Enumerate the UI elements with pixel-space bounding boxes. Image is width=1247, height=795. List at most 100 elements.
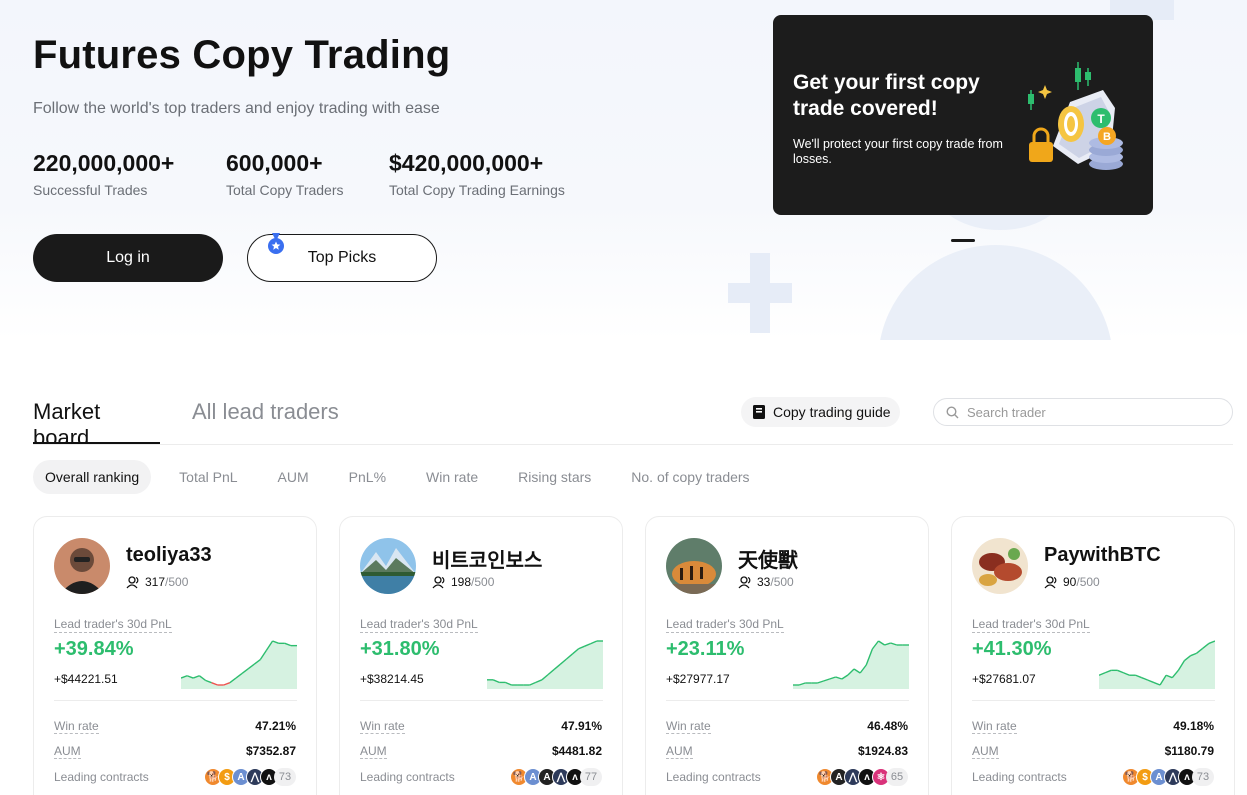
svg-text:B: B <box>1103 131 1111 143</box>
pnl-usd: +$27681.07 <box>972 672 1036 686</box>
svg-text:T: T <box>1097 112 1105 126</box>
more-contracts-count: 65 <box>886 768 908 786</box>
copier-capacity: /500 <box>471 575 495 589</box>
trader-name[interactable]: teoliya33 <box>126 544 212 567</box>
stat-label: Total Copy Trading Earnings <box>389 182 565 198</box>
trader-name[interactable]: 비트코인보스 <box>432 544 542 573</box>
stat-total-earnings: $420,000,000+ Total Copy Trading Earning… <box>389 150 565 198</box>
copy-trading-guide-label: Copy trading guide <box>773 404 891 420</box>
aum-value: $1180.79 <box>1164 744 1214 758</box>
card-divider <box>360 700 603 701</box>
aum-value: $4481.82 <box>551 744 602 758</box>
copier-count: 33/500 <box>738 575 794 589</box>
copier-count: 90/500 <box>1044 575 1100 589</box>
filter-aum[interactable]: AUM <box>266 460 321 494</box>
sparkline-area <box>1099 641 1215 689</box>
more-contracts-count: 73 <box>1192 768 1214 786</box>
pnl-label: Lead trader's 30d PnL <box>666 617 784 633</box>
filter-rising-stars[interactable]: Rising stars <box>506 460 603 494</box>
contract-icons: 🐕 $ A ⋀ ʌ 73 <box>1122 768 1214 786</box>
copier-capacity: /500 <box>1076 575 1100 589</box>
background-plus <box>728 283 792 303</box>
page-subtitle: Follow the world's top traders and enjoy… <box>33 100 440 117</box>
contract-icons: 🐕 $ A ⋀ ʌ 73 <box>204 768 296 786</box>
pnl-usd: +$27977.17 <box>666 672 730 686</box>
win-rate-value: 47.91% <box>561 719 602 733</box>
stat-value: 600,000+ <box>226 150 323 176</box>
search-box[interactable] <box>933 398 1233 426</box>
leading-contracts-label: Leading contracts <box>972 770 1067 784</box>
more-contracts-count: 77 <box>580 768 602 786</box>
trader-card[interactable]: 비트코인보스 198/500 Lead trader's 30d PnL +31… <box>339 516 623 795</box>
promo-title: Get your first copy trade covered! <box>793 71 980 120</box>
aum-value: $7352.87 <box>245 744 296 758</box>
background-plus <box>1132 0 1152 15</box>
promo-banner[interactable]: Get your first copy trade covered! We'll… <box>773 15 1153 215</box>
users-icon <box>126 575 139 588</box>
top-picks-button[interactable]: Top Picks <box>247 233 437 282</box>
stat-value: 220,000,000+ <box>33 150 175 176</box>
filter-copy-traders[interactable]: No. of copy traders <box>619 460 761 494</box>
pnl-label: Lead trader's 30d PnL <box>972 617 1090 633</box>
aum-label: AUM <box>666 744 693 759</box>
win-rate-value: 47.21% <box>255 719 296 733</box>
avatar[interactable] <box>972 538 1028 594</box>
win-rate-value: 46.48% <box>867 719 908 733</box>
copier-current: 90 <box>1063 575 1077 589</box>
book-icon <box>753 405 765 419</box>
promo-text: We'll protect your first copy trade from… <box>793 137 1003 166</box>
filter-total-pnl[interactable]: Total PnL <box>167 460 249 494</box>
stat-successful-trades: 220,000,000+ Successful Trades <box>33 150 174 198</box>
pnl-sparkline <box>487 640 603 689</box>
aum-value: $1924.83 <box>857 744 908 758</box>
stat-total-copy-traders: 600,000+ Total Copy Traders <box>226 150 344 198</box>
board-tabs: Market board All lead traders <box>33 396 339 450</box>
trader-card[interactable]: teoliya33 317/500 Lead trader's 30d PnL … <box>33 516 317 795</box>
tab-market-board[interactable]: Market board <box>33 396 160 450</box>
avatar[interactable] <box>54 538 110 594</box>
leading-contracts-label: Leading contracts <box>54 770 149 784</box>
search-icon <box>946 405 959 418</box>
avatar[interactable] <box>666 538 722 594</box>
shield-coins-icon: T B <box>1028 62 1123 170</box>
pnl-label: Lead trader's 30d PnL <box>54 617 172 633</box>
pnl-label: Lead trader's 30d PnL <box>360 617 478 633</box>
top-picks-label: Top Picks <box>307 249 377 266</box>
pnl-percent: +39.84% <box>54 638 134 660</box>
login-button[interactable]: Log in <box>33 234 223 282</box>
filter-win-rate[interactable]: Win rate <box>414 460 490 494</box>
users-icon <box>738 575 751 588</box>
card-divider <box>54 700 297 701</box>
search-trader-input[interactable] <box>967 404 1207 420</box>
background-circle <box>878 245 1113 340</box>
copier-current: 198 <box>451 575 472 589</box>
pnl-percent: +31.80% <box>360 638 440 660</box>
trader-card[interactable]: PaywithBTC 90/500 Lead trader's 30d PnL … <box>951 516 1235 795</box>
users-icon <box>1044 575 1057 588</box>
carousel-indicator[interactable] <box>951 239 975 242</box>
trader-card[interactable]: 天使獸 33/500 Lead trader's 30d PnL +23.11%… <box>645 516 929 795</box>
pnl-percent: +41.30% <box>972 638 1052 660</box>
copier-count: 317/500 <box>126 575 188 589</box>
pnl-usd: +$38214.45 <box>360 672 424 686</box>
filter-overall-ranking[interactable]: Overall ranking <box>33 460 152 494</box>
aum-label: AUM <box>360 744 387 759</box>
aum-label: AUM <box>54 744 81 759</box>
leading-contracts-label: Leading contracts <box>666 770 761 784</box>
card-divider <box>972 700 1215 701</box>
card-divider <box>666 700 909 701</box>
tabs-divider <box>33 444 1233 445</box>
win-rate-value: 49.18% <box>1173 719 1214 733</box>
stat-label: Successful Trades <box>33 182 148 198</box>
win-rate-label: Win rate <box>54 719 99 734</box>
trader-name[interactable]: PaywithBTC <box>1044 544 1161 567</box>
stat-label: Total Copy Traders <box>226 182 344 198</box>
copier-current: 317 <box>145 575 166 589</box>
copy-trading-guide-button[interactable]: Copy trading guide <box>741 397 900 427</box>
win-rate-label: Win rate <box>360 719 405 734</box>
contract-icons: 🐕 A ⋀ ʌ ⚛ 65 <box>816 768 908 786</box>
tab-all-lead-traders[interactable]: All lead traders <box>192 396 339 444</box>
filter-pnl-percent[interactable]: PnL% <box>337 460 398 494</box>
avatar[interactable] <box>360 538 416 594</box>
trader-name[interactable]: 天使獸 <box>738 544 798 573</box>
